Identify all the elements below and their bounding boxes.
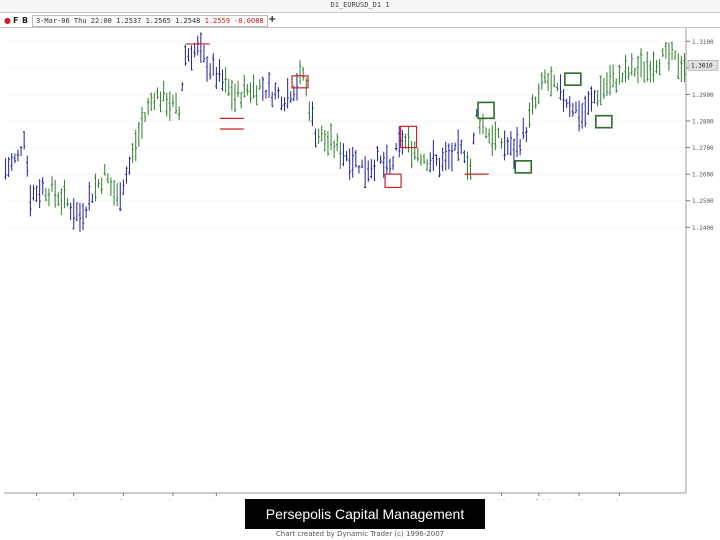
x-tick-label: Jun [614, 499, 625, 500]
chart-grid [4, 41, 686, 228]
chart-markers [185, 43, 613, 189]
window-title: D1_EURUSD_D1 1 [330, 1, 390, 9]
x-tick-label: Jul [32, 499, 41, 500]
y-tick-label: 1.2400 [692, 225, 714, 232]
quote-bar: ● F B 3-Mar-06 Thu 22:00 1.2537 1.2565 1… [0, 13, 720, 28]
quote-open: 1.2537 [116, 17, 142, 25]
green-marker-box [595, 114, 613, 129]
y-tick-label: 1.2700 [692, 145, 714, 152]
green-marker-box [514, 160, 533, 174]
quote-change: -0.0088 [234, 17, 264, 25]
y-axis: 1.31001.30001.29001.28001.27001.26001.25… [685, 28, 714, 493]
quote-date-field: 3-Mar-06 Thu 22:00 1.2537 1.2565 1.2548 … [32, 15, 268, 27]
flag-icon[interactable]: ● [4, 16, 11, 25]
x-tick-label: Jul [497, 499, 506, 500]
quote-date: 3-Mar-06 Thu 22:00 [36, 17, 112, 25]
quote-close: 1.2559 [204, 17, 230, 25]
quote-high: 1.2565 [145, 17, 171, 25]
price-chart[interactable]: 1.31001.30001.29001.28001.27001.26001.25… [0, 28, 720, 500]
x-tick-label: Jan [168, 499, 178, 500]
last-price-text: 1.3010 [691, 63, 713, 70]
x-tick-label: Jun [211, 499, 222, 500]
chart-credit: Chart created by Dynamic Trader (c) 1996… [275, 530, 445, 538]
quote-low: 1.2548 [175, 17, 201, 25]
green-marker-box [564, 72, 582, 86]
x-tick-label: Octob [535, 499, 553, 500]
x-tick-label: Novem [119, 499, 140, 500]
window-titlebar: D1_EURUSD_D1 1 [0, 0, 720, 13]
watermark-label: Persepolis Capital Management [245, 499, 485, 529]
b-icon[interactable]: B [22, 16, 28, 25]
x-tick-label: Jul [574, 499, 583, 500]
x-tick-label: Jul [69, 499, 78, 500]
y-tick-label: 1.3100 [692, 39, 714, 46]
y-tick-label: 1.2500 [692, 198, 714, 205]
f-icon[interactable]: F [13, 16, 18, 25]
red-marker-box [384, 173, 402, 189]
y-tick-label: 1.2800 [692, 119, 714, 126]
last-price-label: 1.3010 [687, 59, 719, 71]
y-tick-label: 1.2600 [692, 172, 714, 179]
green-marker-box [477, 101, 495, 120]
ohlc-bars [4, 32, 686, 232]
y-tick-label: 1.2900 [692, 92, 714, 99]
add-symbol-button[interactable]: + [268, 14, 276, 25]
